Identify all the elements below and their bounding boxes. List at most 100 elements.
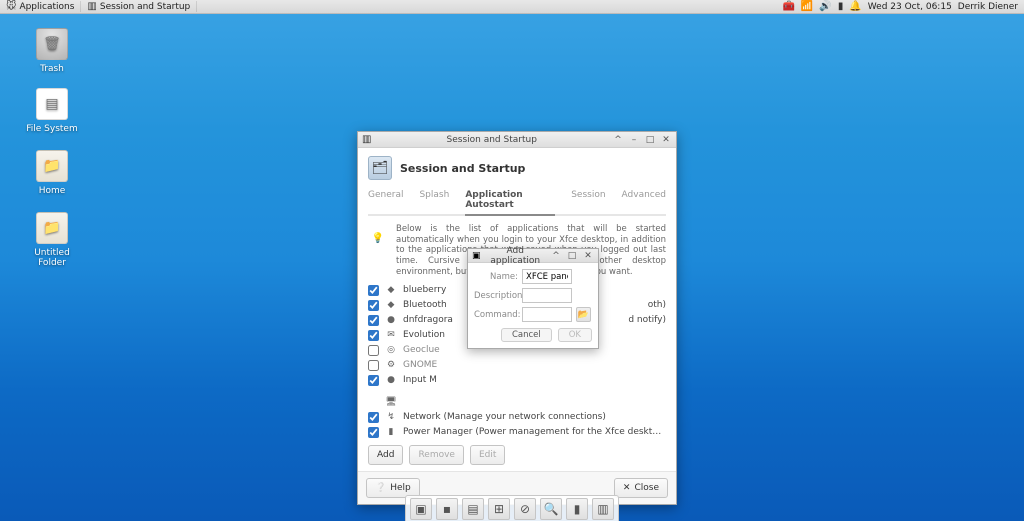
user-label[interactable]: Derrik Diener <box>958 2 1018 12</box>
description-label: Description: <box>474 291 518 301</box>
autostart-checkbox[interactable] <box>368 360 379 371</box>
desktop-icon-label: Untitled Folder <box>20 248 84 268</box>
autostart-checkbox[interactable] <box>368 412 379 423</box>
maximize-button[interactable]: □ <box>644 135 656 145</box>
autostart-suffix: oth) <box>648 300 666 310</box>
tab-session[interactable]: Session <box>571 188 605 210</box>
autostart-label: Evolution <box>403 330 445 340</box>
autostart-checkbox[interactable] <box>368 345 379 356</box>
cancel-button[interactable]: Cancel <box>501 328 552 342</box>
subdlg-close[interactable]: ✕ <box>582 251 594 261</box>
bottom-dock: ▣▪▤⊞⊘🔍▮▥ <box>405 495 619 521</box>
network-icon[interactable]: 📶 <box>801 1 813 12</box>
autostart-checkbox[interactable] <box>368 330 379 341</box>
app-icon: ◆ <box>385 284 397 296</box>
app-icon: ◆ <box>385 299 397 311</box>
app-icon: ⚙ <box>385 359 397 371</box>
notify-icon[interactable]: 🔔 <box>849 1 861 12</box>
dock-item-2[interactable]: ▤ <box>462 498 484 520</box>
tab-splash[interactable]: Splash <box>419 188 449 210</box>
desktop-icon-trash[interactable]: 🗑Trash <box>20 28 84 74</box>
command-input[interactable] <box>522 307 572 322</box>
autostart-checkbox[interactable] <box>368 375 379 386</box>
update-icon[interactable]: 🧰 <box>782 1 794 12</box>
autostart-label: Bluetooth <box>403 300 447 310</box>
app-icon: ● <box>385 314 397 326</box>
titlebar[interactable]: ▥ Session and Startup ^ – □ ✕ <box>358 132 676 148</box>
autostart-row[interactable]: ↯ Network (Manage your network connection… <box>368 410 666 424</box>
volume-icon[interactable]: 🔊 <box>819 1 831 12</box>
window-heading: Session and Startup <box>400 162 525 175</box>
session-icon: 🗂 <box>368 156 392 180</box>
autostart-row[interactable]: ▮ Power Manager (Power management for the… <box>368 425 666 439</box>
autostart-label: dnfdragora <box>403 315 453 325</box>
dock-item-1[interactable]: ▪ <box>436 498 458 520</box>
app-icon: ● <box>385 374 397 386</box>
app-icon: ✉ <box>385 329 397 341</box>
name-input[interactable] <box>522 269 572 284</box>
dock-item-6[interactable]: ▮ <box>566 498 588 520</box>
applications-menu-label: Applications <box>19 2 74 12</box>
window-icon: ▥ <box>87 1 96 12</box>
window-app-icon: ▥ <box>362 134 371 145</box>
edit-button[interactable]: Edit <box>470 445 505 465</box>
shade-button[interactable]: ^ <box>612 135 624 145</box>
minimize-button[interactable]: – <box>628 135 640 145</box>
folder-icon: 📁 <box>36 212 68 244</box>
folder-icon: 📁 <box>36 150 68 182</box>
name-label: Name: <box>474 272 518 282</box>
desktop-icon-label: Trash <box>20 64 84 74</box>
dock-item-0[interactable]: ▣ <box>410 498 432 520</box>
desktop-icon-label: Home <box>20 186 84 196</box>
description-input[interactable] <box>522 288 572 303</box>
close-dialog-button[interactable]: ✕ Close <box>614 478 668 498</box>
autostart-label: Geoclue <box>403 345 440 355</box>
autostart-suffix: d notify) <box>628 315 666 325</box>
tab-advanced[interactable]: Advanced <box>622 188 666 210</box>
close-button[interactable]: ✕ <box>660 135 672 145</box>
autostart-label: blueberry <box>403 285 446 295</box>
top-panel: 🐭 Applications ▥ Session and Startup 🧰 📶… <box>0 0 1024 14</box>
autostart-label: Network (Manage your network connections… <box>403 412 606 422</box>
autostart-row[interactable]: ● Input M <box>368 373 666 387</box>
subdlg-icon: ▣ <box>472 251 481 261</box>
dock-item-3[interactable]: ⊞ <box>488 498 510 520</box>
tab-application-autostart[interactable]: Application Autostart <box>465 188 555 216</box>
desktop-icon-untitled-folder[interactable]: 📁 Untitled Folder <box>20 212 84 268</box>
remove-button[interactable]: Remove <box>409 445 464 465</box>
dock-item-5[interactable]: 🔍 <box>540 498 562 520</box>
autostart-label: Power Manager (Power management for the … <box>403 427 666 437</box>
close-icon: ✕ <box>623 483 631 493</box>
desktop-icon-home[interactable]: 📁 Home <box>20 150 84 196</box>
app-icon: ◎ <box>385 344 397 356</box>
subdlg-max[interactable]: □ <box>566 251 578 261</box>
autostart-row[interactable]: ⚙ GNOME <box>368 358 666 372</box>
dock-item-4[interactable]: ⊘ <box>514 498 536 520</box>
autostart-checkbox[interactable] <box>368 285 379 296</box>
lightbulb-icon: 💡 <box>368 224 388 252</box>
dock-item-7[interactable]: ▥ <box>592 498 614 520</box>
tab-general[interactable]: General <box>368 188 403 210</box>
clock[interactable]: Wed 23 Oct, 06:15 <box>868 2 952 12</box>
app-icon: ▮ <box>385 426 397 438</box>
autostart-label: Input M <box>403 375 437 385</box>
app-icon: ↯ <box>385 411 397 423</box>
mouse-icon: 🐭 <box>6 1 16 12</box>
add-button[interactable]: Add <box>368 445 403 465</box>
desktop-icon-file-system[interactable]: ▤File System <box>20 88 84 134</box>
taskbar-item-session[interactable]: ▥ Session and Startup <box>80 1 197 12</box>
subdlg-title: Add application <box>485 246 546 266</box>
applications-menu[interactable]: 🐭 Applications <box>0 1 80 12</box>
subdlg-titlebar[interactable]: ▣ Add application ^ □ ✕ <box>468 249 598 263</box>
subdlg-shade[interactable]: ^ <box>550 251 562 261</box>
autostart-label: GNOME <box>403 360 437 370</box>
ok-button[interactable]: OK <box>558 328 592 342</box>
add-application-dialog: ▣ Add application ^ □ ✕ Name: Descriptio… <box>467 248 599 349</box>
page-icon: ▤ <box>36 88 68 120</box>
autostart-checkbox[interactable] <box>368 315 379 326</box>
battery-icon[interactable]: ▮ <box>838 1 844 12</box>
autostart-checkbox[interactable] <box>368 300 379 311</box>
command-label: Command: <box>474 310 518 320</box>
autostart-checkbox[interactable] <box>368 427 379 438</box>
browse-button[interactable]: 📂 <box>576 307 591 322</box>
